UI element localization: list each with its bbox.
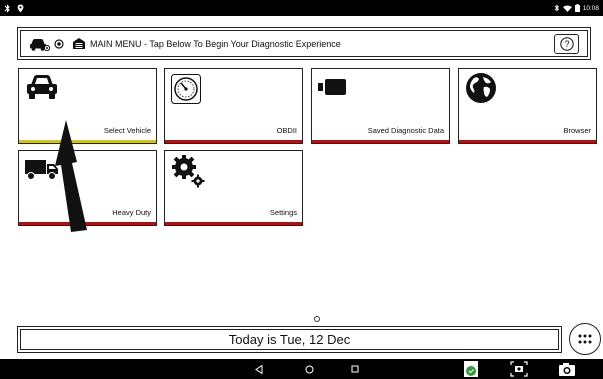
guide-arrow-icon [55, 120, 87, 232]
app-grid-icon [578, 334, 592, 344]
obd-connector-icon [54, 38, 64, 49]
camera-button[interactable] [556, 359, 578, 379]
car-icon [25, 74, 59, 105]
recent-apps-icon [351, 365, 359, 373]
gauge-icon [171, 74, 201, 109]
back-icon [255, 364, 263, 374]
video-camera-icon [318, 78, 348, 101]
tile-label: Settings [269, 208, 297, 217]
app-drawer-button[interactable] [569, 323, 601, 355]
shield-icon [464, 361, 478, 377]
screenshot-icon [510, 361, 528, 377]
help-button[interactable]: ? [554, 33, 579, 54]
garage-icon [73, 38, 85, 49]
recent-apps-button[interactable] [348, 359, 362, 379]
status-bar: 10:08 [0, 0, 603, 16]
home-icon [305, 365, 313, 373]
globe-icon [465, 72, 497, 109]
page-indicator [314, 316, 320, 322]
tile-label: Saved Diagnostic Data [367, 126, 444, 135]
main-menu-header: MAIN MENU - Tap Below To Begin Your Diag… [17, 27, 591, 60]
tile-accent-bar [165, 140, 302, 143]
camera-icon [559, 363, 575, 376]
tile-accent-bar [459, 140, 596, 143]
tile-accent-bar [312, 140, 449, 143]
tile-label: Browser [563, 126, 591, 135]
battery-icon [574, 4, 580, 12]
tile-label: OBDII [276, 126, 297, 135]
tile-saved-diagnostic-data[interactable]: Saved Diagnostic Data [311, 68, 450, 144]
tile-browser[interactable]: Browser [458, 68, 597, 144]
bluetooth-icon [4, 3, 11, 13]
tile-settings[interactable]: Settings [164, 150, 303, 226]
page-title: MAIN MENU - Tap Below To Begin Your Diag… [90, 38, 341, 49]
back-button[interactable] [252, 359, 266, 379]
clock-time: 10:08 [582, 4, 599, 12]
help-icon: ? [559, 36, 574, 51]
security-shield-button[interactable] [461, 359, 481, 379]
navigation-bar [0, 359, 603, 379]
location-icon [17, 4, 24, 13]
date-text: Today is Tue, 12 Dec [228, 332, 351, 347]
truck-icon [25, 159, 59, 186]
gears-icon [171, 154, 207, 195]
vehicle-obd-icon [29, 37, 51, 51]
tile-accent-bar [165, 222, 302, 225]
app-screen: 10:08 MAIN MENU - Tap Below To Begin You… [0, 0, 603, 379]
tile-label: Heavy Duty [112, 208, 151, 217]
bluetooth-icon [554, 4, 560, 12]
svg-text:?: ? [564, 39, 569, 49]
date-bar: Today is Tue, 12 Dec [17, 326, 562, 353]
tile-label: Select Vehicle [103, 126, 151, 135]
screenshot-button[interactable] [508, 359, 530, 379]
wifi-icon [562, 5, 572, 12]
tile-obdii[interactable]: OBDII [164, 68, 303, 144]
home-button[interactable] [302, 359, 316, 379]
